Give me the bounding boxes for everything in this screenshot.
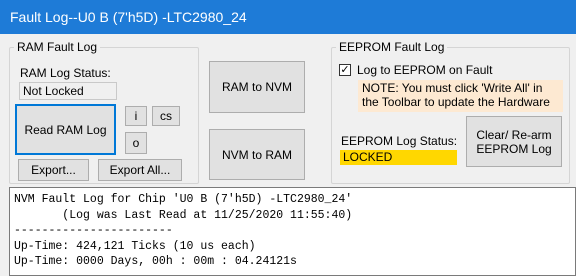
log-to-eeprom-checkbox[interactable]: ✓ [339,64,351,76]
ram-to-nvm-button[interactable]: RAM to NVM [209,61,305,113]
console-line: NVM Fault Log for Chip 'U0 B (7'h5D) -LT… [14,193,353,206]
ram-log-status-label: RAM Log Status: [20,66,111,80]
note-line-2: the Toolbar to update the Hardware [362,95,550,109]
note-line-1: NOTE: You must click 'Write All' in [362,81,543,95]
title-bar: Fault Log--U0 B (7'h5D) -LTC2980_24 [0,0,576,34]
write-all-note: NOTE: You must click 'Write All' in the … [358,80,563,112]
ram-fault-log-legend: RAM Fault Log [17,40,98,54]
clear-rearm-eeprom-log-button[interactable]: Clear/ Re-arm EEPROM Log [466,116,562,167]
eeprom-log-status-label: EEPROM Log Status: [341,134,458,148]
console-line: Up-Time: 424,121 Ticks (10 us each) [14,239,256,253]
read-ram-log-button[interactable]: Read RAM Log [15,104,116,155]
clear-button-line-2: EEPROM Log [476,141,552,156]
i-button[interactable]: i [125,106,147,126]
console-line: (Log was Last Read at 11/25/2020 11:55:4… [14,208,353,222]
console-line: Up-Time: 0000 Days, 00h : 00m : 04.24121… [14,255,297,268]
nvm-to-ram-button[interactable]: NVM to RAM [209,129,305,180]
log-to-eeprom-label: Log to EEPROM on Fault [357,63,493,77]
export-button[interactable]: Export... [18,159,89,181]
eeprom-log-status-value: LOCKED [340,150,457,165]
export-all-button[interactable]: Export All... [98,159,182,181]
cs-button[interactable]: cs [152,106,180,126]
clear-button-line-1: Clear/ Re-arm [476,127,552,142]
fault-log-output[interactable]: NVM Fault Log for Chip 'U0 B (7'h5D) -LT… [9,187,576,276]
o-button[interactable]: o [125,132,147,154]
ram-log-status-value: Not Locked [19,82,117,100]
console-line: ----------------------- [14,224,173,237]
eeprom-fault-log-legend: EEPROM Fault Log [339,40,445,54]
window-title: Fault Log--U0 B (7'h5D) -LTC2980_24 [10,9,247,25]
checkmark-icon: ✓ [340,64,350,76]
